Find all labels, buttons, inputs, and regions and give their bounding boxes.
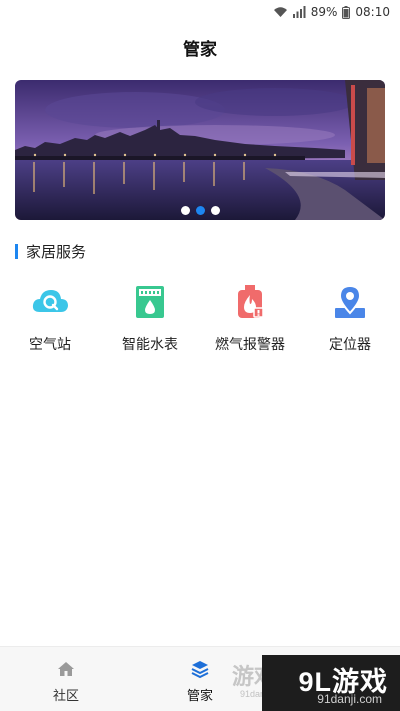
watermark-url: 91danji.com [317,692,382,706]
section-header: 家居服务 [15,241,86,261]
service-label: 空气站 [29,337,71,353]
home-icon [58,662,74,676]
carousel-dot[interactable] [180,206,190,215]
service-gas-alarm[interactable]: 燃气报警器 [200,282,300,354]
tab-community[interactable]: 社区 [26,647,106,711]
status-bar: 89% 08:10 [0,0,400,24]
battery-percent: 89% [310,5,338,19]
service-grid: 空气站 智能水表 燃气报警器 定位器 [0,282,400,354]
banner-carousel[interactable] [15,80,385,220]
carousel-dot[interactable] [210,206,220,215]
service-label: 智能水表 [122,337,178,353]
signal-icon [292,6,306,18]
title-bar: 管家 [0,28,400,66]
air-station-icon [32,290,68,312]
water-meter-icon [136,286,164,318]
section-accent-bar [15,243,18,259]
locator-icon [335,284,365,318]
banner-image [15,80,385,220]
gas-alarm-icon [238,285,264,318]
wifi-icon [273,7,287,17]
service-label: 燃气报警器 [215,337,285,353]
page-title: 管家 [183,39,217,60]
watermark: 游戏 91danji.com 9L游戏 91danji.com [200,655,400,711]
service-water-meter[interactable]: 智能水表 [100,282,200,354]
tab-label: 社区 [52,689,79,704]
service-air-station[interactable]: 空气站 [0,282,100,354]
service-label: 定位器 [329,337,371,353]
carousel-indicator [15,206,385,215]
section-title: 家居服务 [26,242,87,261]
battery-icon [342,5,351,19]
clock: 08:10 [355,5,390,19]
service-locator[interactable]: 定位器 [300,282,400,354]
carousel-dot-active[interactable] [195,206,205,215]
